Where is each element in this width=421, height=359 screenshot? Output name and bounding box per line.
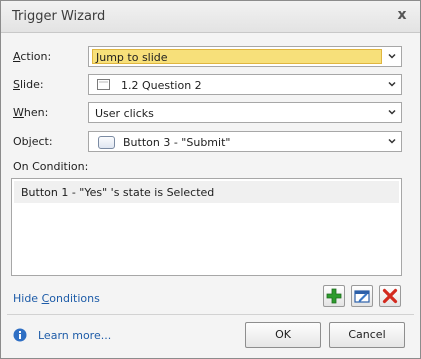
slide-value: 1.2 Question 2 [121, 79, 202, 92]
dialog-title: Trigger Wizard [12, 9, 106, 24]
add-condition-icon [326, 288, 342, 304]
cancel-button[interactable]: Cancel [329, 322, 405, 348]
when-dropdown[interactable]: User clicks [88, 102, 402, 123]
action-dropdown[interactable]: Jump to slide [88, 46, 402, 67]
object-value: Button 3 - "Submit" [123, 136, 231, 149]
title-bar[interactable]: Trigger Wizard x [1, 1, 420, 33]
action-value: Jump to slide [92, 49, 382, 64]
when-label: When: [13, 106, 49, 119]
slide-label: Slide: [13, 78, 44, 91]
chevron-down-icon [388, 138, 396, 144]
hide-conditions-link[interactable]: Hide Conditions [13, 292, 100, 305]
button-object-icon [98, 136, 115, 149]
ok-button[interactable]: OK [245, 322, 321, 348]
object-label: Object: [13, 135, 53, 148]
close-icon[interactable]: x [394, 7, 410, 23]
delete-condition-icon [382, 288, 398, 304]
add-condition-button[interactable] [323, 285, 345, 307]
chevron-down-icon [388, 53, 396, 59]
condition-list[interactable]: Button 1 - "Yes" 's state is Selected [11, 178, 402, 276]
object-dropdown[interactable]: Button 3 - "Submit" [88, 131, 402, 152]
action-label: Action: [13, 50, 52, 63]
delete-condition-button[interactable] [379, 285, 401, 307]
edit-condition-button[interactable] [351, 285, 373, 307]
chevron-down-icon [388, 81, 396, 87]
learn-more-link[interactable]: Learn more... [38, 329, 111, 342]
slide-dropdown[interactable]: 1.2 Question 2 [88, 74, 402, 95]
chevron-down-icon [388, 109, 396, 115]
footer-divider [7, 314, 414, 315]
condition-text: Button 1 - "Yes" 's state is Selected [21, 186, 215, 199]
slide-thumbnail-icon [97, 79, 110, 90]
trigger-wizard-dialog: Trigger Wizard x Action: Jump to slide S… [0, 0, 421, 359]
when-value: User clicks [95, 107, 154, 120]
on-condition-label: On Condition: [13, 160, 89, 173]
list-item[interactable]: Button 1 - "Yes" 's state is Selected [14, 181, 399, 203]
info-icon [13, 328, 27, 342]
edit-condition-icon [354, 290, 370, 303]
